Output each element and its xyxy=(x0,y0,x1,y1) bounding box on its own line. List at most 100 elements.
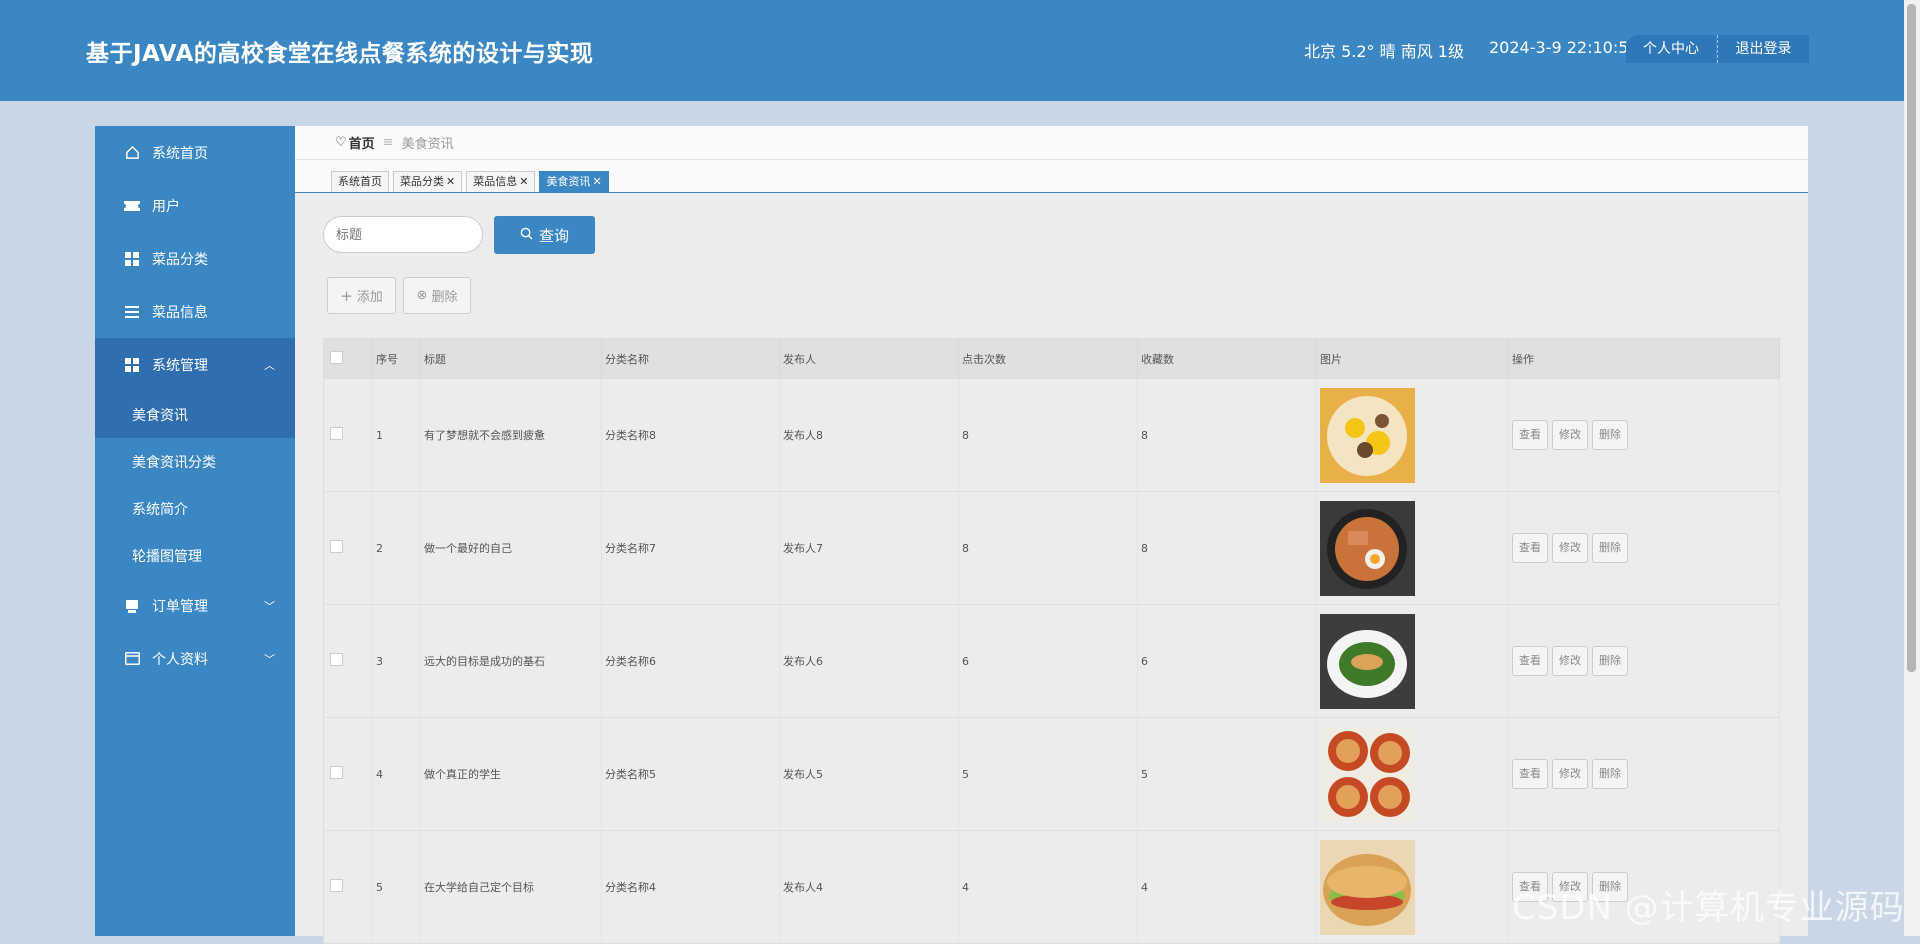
view-button[interactable]: 查看 xyxy=(1512,646,1548,676)
food-image xyxy=(1320,500,1507,596)
cell-ops: 查看 修改 删除 xyxy=(1508,491,1780,605)
cell-category: 分类名称5 xyxy=(601,717,780,831)
col-header: 图片 xyxy=(1316,338,1509,379)
edit-button[interactable]: 修改 xyxy=(1552,533,1588,563)
tab-food-news[interactable]: 美食资讯 ✕ xyxy=(539,171,609,192)
col-header: 操作 xyxy=(1508,338,1780,379)
breadcrumb-separator: ≡ xyxy=(382,135,394,150)
row-select-cell xyxy=(323,378,373,492)
cell-favorites: 6 xyxy=(1137,604,1317,718)
view-button[interactable]: 查看 xyxy=(1512,533,1548,563)
profile-button[interactable]: 个人中心 xyxy=(1626,35,1716,63)
sidebar-item-profile[interactable]: 个人资料 ﹀ xyxy=(95,632,295,685)
cell-clicks: 8 xyxy=(958,378,1138,492)
delete-button-label: 删除 xyxy=(431,290,458,305)
cell-favorites: 8 xyxy=(1137,378,1317,492)
delete-button[interactable]: 删除 xyxy=(1592,646,1628,676)
scrollbar-thumb[interactable] xyxy=(1907,4,1916,672)
tab-dish-info[interactable]: 菜品信息 ✕ xyxy=(466,171,536,192)
chevron-up-icon: ︿ xyxy=(264,359,275,372)
col-header: 序号 xyxy=(372,338,421,379)
app-title: 基于JAVA的高校食堂在线点餐系统的设计与实现 xyxy=(86,41,594,67)
sidebar-item-label: 系统首页 xyxy=(152,145,208,162)
cell-clicks: 8 xyxy=(958,491,1138,605)
cell-category: 分类名称7 xyxy=(601,491,780,605)
cell-publisher: 发布人6 xyxy=(779,604,959,718)
sidebar-item-label: 订单管理 xyxy=(152,598,208,615)
tab-bar: 系统首页 菜品分类 ✕ 菜品信息 ✕ 美食资讯 ✕ xyxy=(295,160,1808,194)
cell-image xyxy=(1316,378,1509,492)
row-checkbox[interactable] xyxy=(330,879,343,892)
sidebar-subitem-food-news-category[interactable]: 美食资讯分类 xyxy=(95,438,295,485)
col-header: 收藏数 xyxy=(1137,338,1317,379)
tab-dish-category[interactable]: 菜品分类 ✕ xyxy=(393,171,463,192)
delete-button[interactable]: 删除 xyxy=(1592,759,1628,789)
cell-clicks: 5 xyxy=(958,717,1138,831)
sidebar-item-label: 个人资料 xyxy=(152,651,208,668)
plus-icon: + xyxy=(340,286,353,305)
close-icon[interactable]: ✕ xyxy=(592,175,601,188)
table-row: 4 做个真正的学生 分类名称5 发布人5 5 5 查看 修改 删除 xyxy=(323,717,1780,831)
delete-button[interactable]: 删除 xyxy=(1592,533,1628,563)
logout-button[interactable]: 退出登录 xyxy=(1717,35,1809,63)
breadcrumb-home[interactable]: 首页 xyxy=(349,133,375,152)
sidebar-subitem-food-news[interactable]: 美食资讯 xyxy=(95,391,295,438)
tab-home[interactable]: 系统首页 xyxy=(331,171,389,192)
view-button[interactable]: 查看 xyxy=(1512,759,1548,789)
view-button[interactable]: 查看 xyxy=(1512,420,1548,450)
cell-image xyxy=(1316,830,1509,944)
grid-icon xyxy=(124,357,140,373)
select-all-checkbox[interactable] xyxy=(330,350,343,364)
food-image xyxy=(1320,726,1507,822)
row-select-cell xyxy=(323,830,373,944)
add-button-label: 添加 xyxy=(356,290,383,305)
chevron-down-icon: ﹀ xyxy=(264,653,275,666)
edit-button[interactable]: 修改 xyxy=(1552,646,1588,676)
cell-title: 做一个最好的自己 xyxy=(420,491,602,605)
tab-label: 系统首页 xyxy=(338,175,382,188)
edit-button[interactable]: 修改 xyxy=(1552,420,1588,450)
sidebar-item-user[interactable]: 用户 xyxy=(95,179,295,232)
print-icon xyxy=(124,598,140,614)
tab-label: 美食资讯 xyxy=(546,175,591,188)
add-button[interactable]: + 添加 xyxy=(327,277,396,314)
card-icon xyxy=(124,651,140,667)
heart-icon: ♡ xyxy=(335,135,347,150)
top-header: 基于JAVA的高校食堂在线点餐系统的设计与实现 北京 5.2° 晴 南风 1级 … xyxy=(0,0,1920,101)
row-select-cell xyxy=(323,491,373,605)
cell-title: 在大学给自己定个目标 xyxy=(420,830,602,944)
sidebar: 系统首页 用户 菜品分类 菜品信息 系统管理 ︿ 美食资讯 美食资讯分类 系统简… xyxy=(95,126,295,936)
cell-clicks: 4 xyxy=(958,830,1138,944)
title-search-input[interactable] xyxy=(323,216,483,253)
edit-button[interactable]: 修改 xyxy=(1552,759,1588,789)
sidebar-item-dish-info[interactable]: 菜品信息 xyxy=(95,285,295,338)
row-checkbox[interactable] xyxy=(330,540,343,553)
cell-ops: 查看 修改 删除 xyxy=(1508,378,1780,492)
sidebar-item-system[interactable]: 系统管理 ︿ xyxy=(95,338,295,391)
weather-info: 北京 5.2° 晴 南风 1级 xyxy=(1304,42,1464,61)
sidebar-subitem-system-intro[interactable]: 系统简介 xyxy=(95,485,295,532)
datetime: 2024-3-9 22:10:52 xyxy=(1489,38,1639,57)
col-header: 点击次数 xyxy=(958,338,1138,379)
sidebar-item-dish-category[interactable]: 菜品分类 xyxy=(95,232,295,285)
search-button[interactable]: 查询 xyxy=(494,216,595,254)
sidebar-item-home[interactable]: 系统首页 xyxy=(95,126,295,179)
row-checkbox[interactable] xyxy=(330,427,343,440)
close-icon[interactable]: ✕ xyxy=(446,175,455,188)
sidebar-item-label: 用户 xyxy=(152,198,180,215)
close-circle-icon: ⊗ xyxy=(416,288,428,303)
col-header: 发布人 xyxy=(779,338,959,379)
sidebar-item-label: 菜品分类 xyxy=(152,251,208,268)
sidebar-subitem-carousel[interactable]: 轮播图管理 xyxy=(95,532,295,579)
cell-title: 有了梦想就不会感到疲惫 xyxy=(420,378,602,492)
sidebar-item-orders[interactable]: 订单管理 ﹀ xyxy=(95,579,295,632)
cell-category: 分类名称4 xyxy=(601,830,780,944)
close-icon[interactable]: ✕ xyxy=(519,175,528,188)
row-checkbox[interactable] xyxy=(330,766,343,779)
chevron-down-icon: ﹀ xyxy=(264,600,275,613)
table-row: 3 远大的目标是成功的基石 分类名称6 发布人6 6 6 查看 修改 删除 xyxy=(323,604,1780,718)
batch-delete-button[interactable]: ⊗ 删除 xyxy=(403,277,471,314)
cell-no: 2 xyxy=(372,491,421,605)
row-checkbox[interactable] xyxy=(330,653,343,666)
delete-button[interactable]: 删除 xyxy=(1592,420,1628,450)
